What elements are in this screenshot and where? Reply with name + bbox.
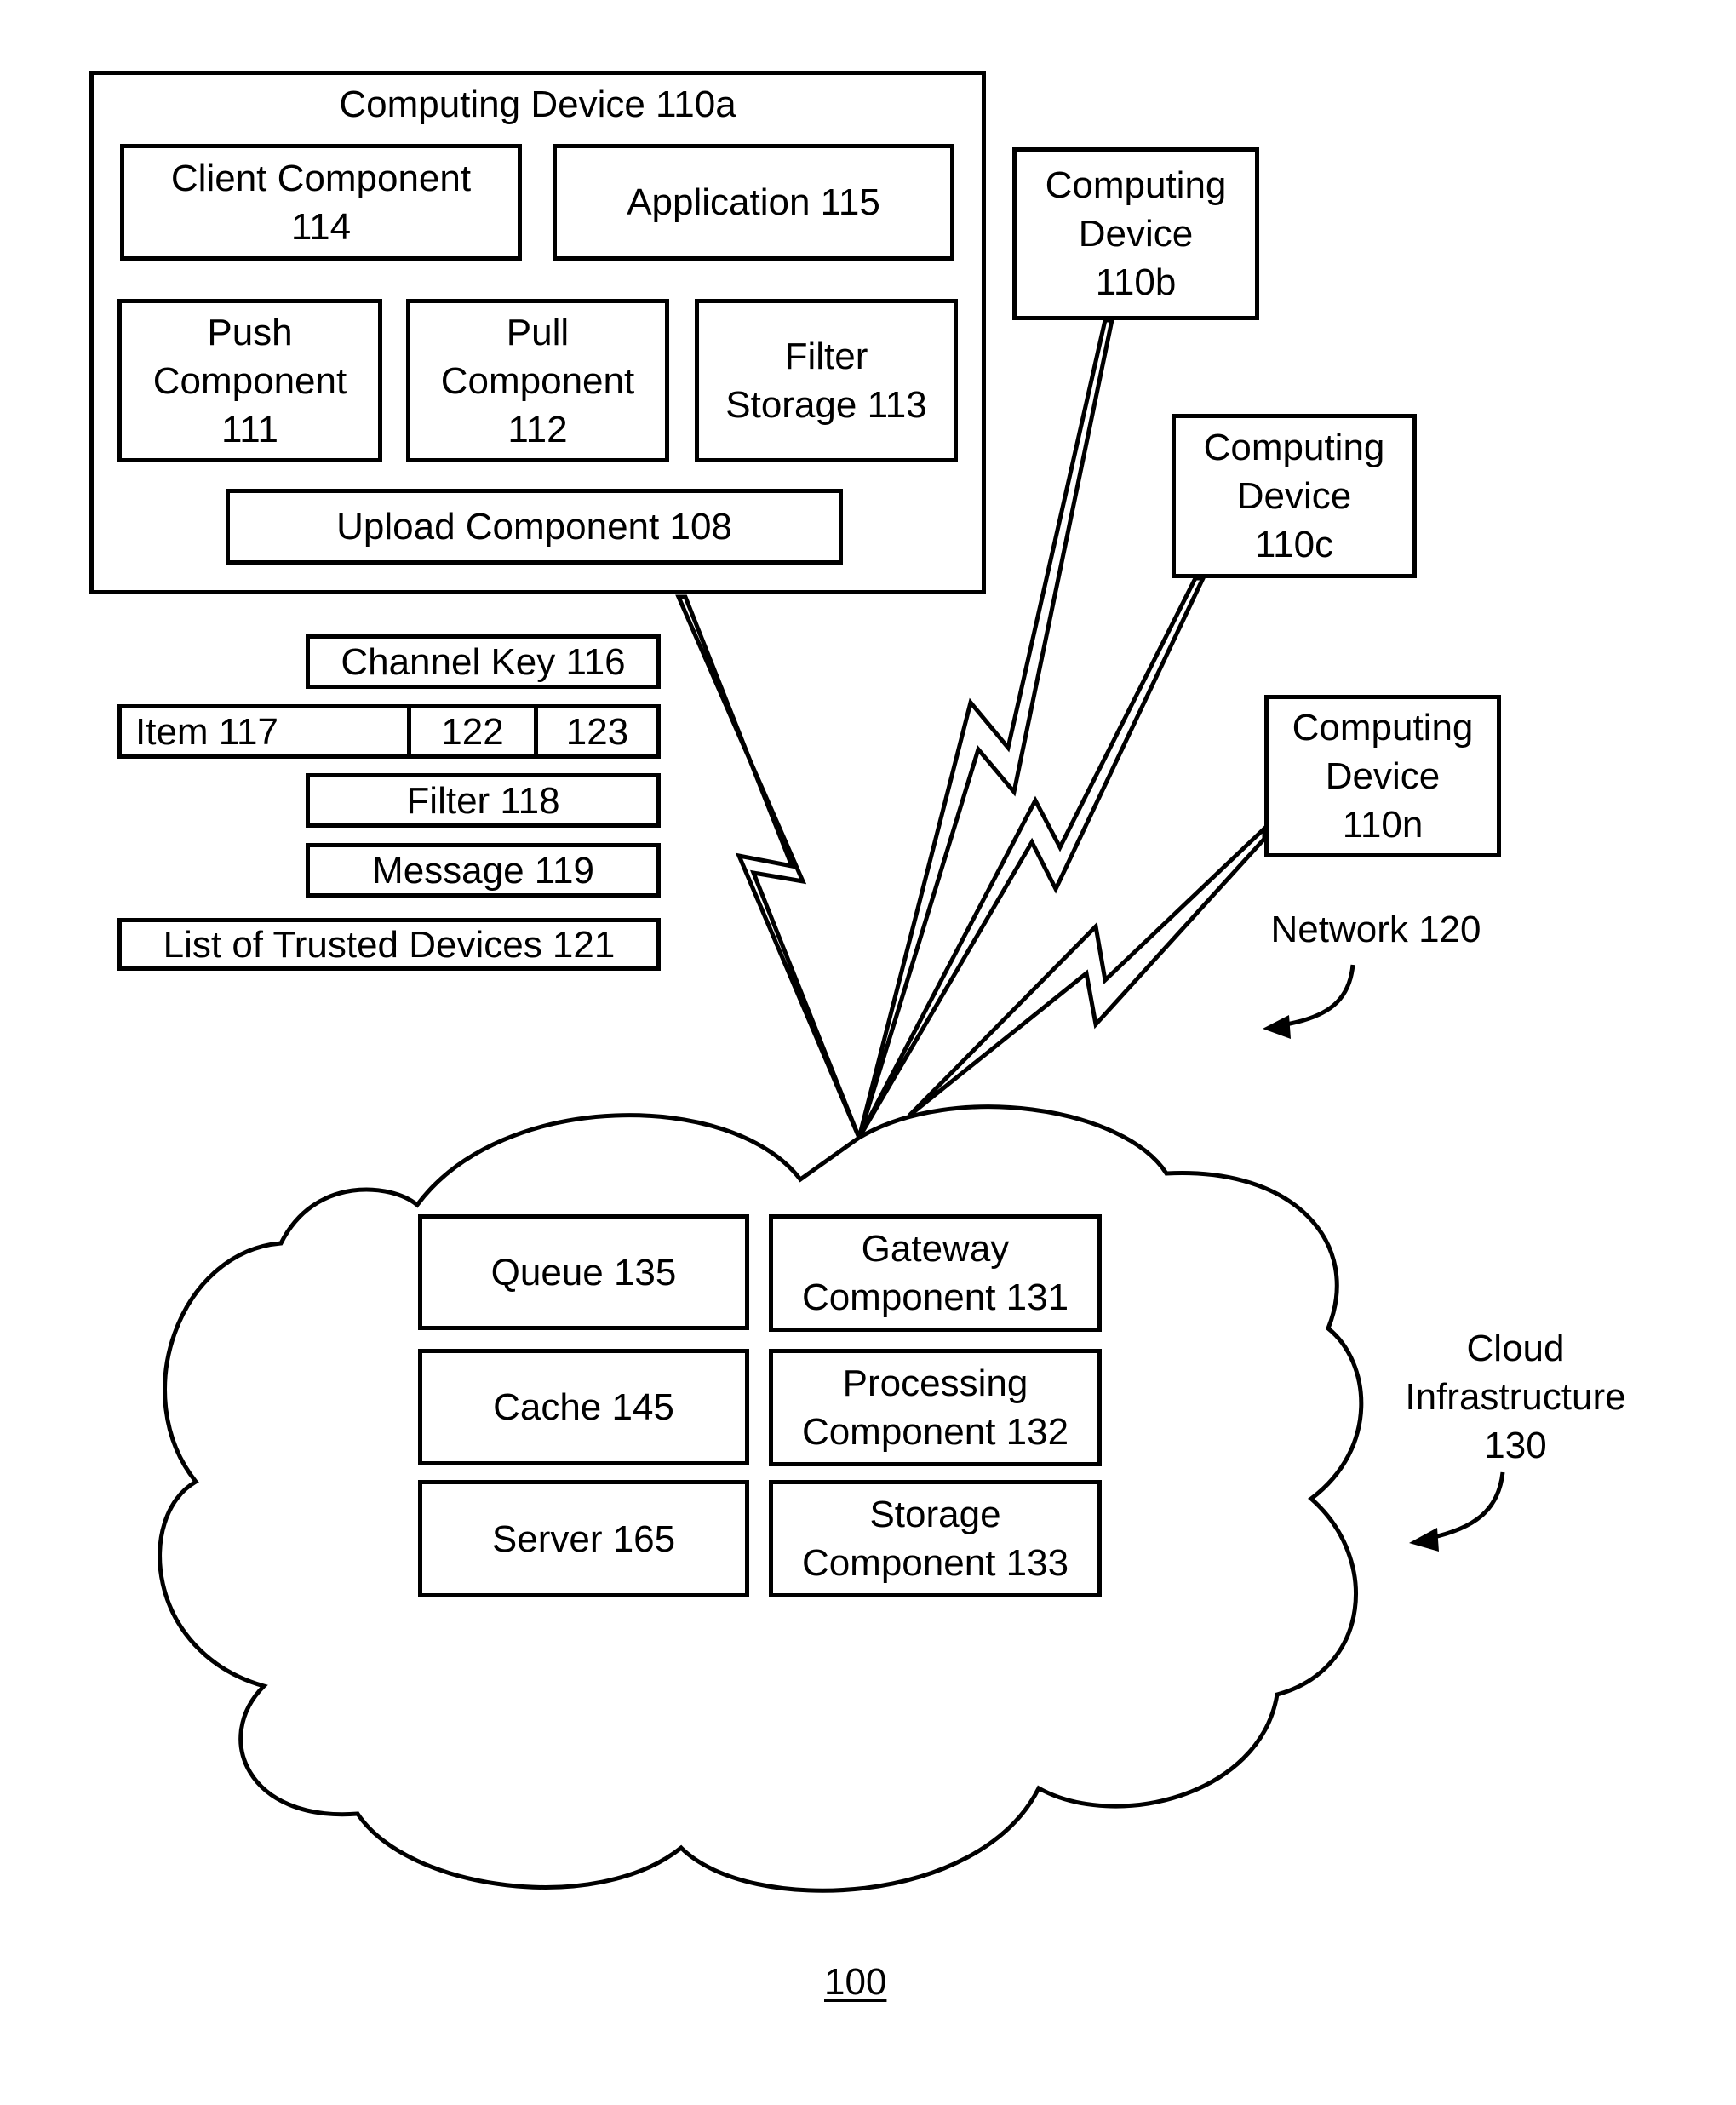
item-label: Item 117 bbox=[135, 710, 278, 753]
item-field-123: 123 bbox=[565, 710, 629, 753]
cloud-arrowhead-icon bbox=[1409, 1528, 1439, 1552]
cloud-outline bbox=[158, 1104, 1364, 1893]
channel-key-box: Channel Key 116 bbox=[306, 634, 661, 689]
pull-component-box: Pull Component 112 bbox=[406, 299, 669, 462]
upload-component-box: Upload Component 108 bbox=[226, 489, 843, 565]
computing-device-110n: Computing Device 110n bbox=[1264, 695, 1501, 857]
processing-component-box: Processing Component 132 bbox=[769, 1349, 1102, 1466]
computing-device-110c: Computing Device 110c bbox=[1172, 414, 1417, 578]
item-field-122: 122 bbox=[441, 710, 504, 753]
computing-device-110b: Computing Device 110b bbox=[1012, 147, 1259, 320]
storage-component-box: Storage Component 133 bbox=[769, 1480, 1102, 1597]
client-component-box: Client Component 114 bbox=[120, 144, 522, 261]
push-component-box: Push Component 111 bbox=[117, 299, 382, 462]
cloud-infrastructure-label: Cloud Infrastructure 130 bbox=[1405, 1328, 1626, 1466]
trusted-devices-box: List of Trusted Devices 121 bbox=[117, 918, 661, 971]
computing-device-110a-title: Computing Device 110a bbox=[339, 83, 736, 125]
server-box: Server 165 bbox=[418, 1480, 749, 1597]
network-arrowhead-icon bbox=[1263, 1015, 1291, 1039]
network-pointer-arrow bbox=[1281, 964, 1355, 1028]
queue-box: Queue 135 bbox=[418, 1214, 749, 1330]
application-box: Application 115 bbox=[553, 144, 954, 261]
network-link-110a bbox=[675, 594, 862, 1139]
filter-box: Filter 118 bbox=[306, 773, 661, 828]
gateway-component-box: Gateway Component 131 bbox=[769, 1214, 1102, 1332]
filter-storage-box: Filter Storage 113 bbox=[695, 299, 958, 462]
figure-reference-number: 100 bbox=[824, 1961, 887, 2003]
message-box: Message 119 bbox=[306, 843, 661, 898]
cloud-pointer-arrow bbox=[1429, 1471, 1505, 1540]
network-label: Network 120 bbox=[1270, 909, 1481, 950]
network-link-110n bbox=[908, 823, 1267, 1117]
cache-box: Cache 145 bbox=[418, 1349, 749, 1465]
item-record: Item 117 122 123 bbox=[117, 704, 661, 759]
